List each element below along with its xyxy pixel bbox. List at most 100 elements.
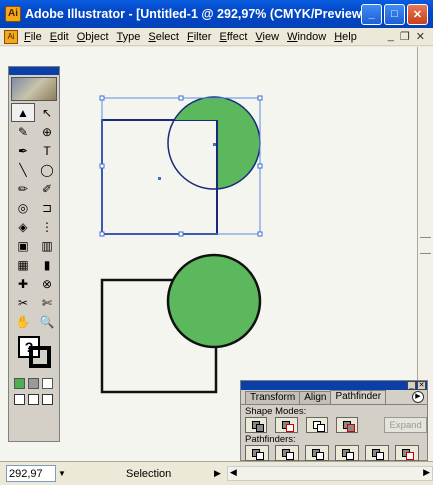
add-to-shape-button[interactable] (245, 417, 268, 433)
menu-items: File Edit Object Type Select Filter Effect View… (24, 31, 365, 43)
toolbox-panel: ▲ ↖ ✎ ⊕ ✒ T ╲ ◯ ✏ ✐ ◎ ⊐ ◈ ⋮ ▣ ▥ ▦ ▮ ✚ ⊗ ✂ ✄ ✋ 🔍 ? (8, 66, 60, 442)
resize-handle[interactable] (178, 95, 184, 101)
tool-icon[interactable]: ◎ (11, 198, 35, 217)
stroke-swatch[interactable] (29, 346, 51, 368)
menu-item[interactable]: View (255, 31, 285, 43)
tool-icon[interactable]: T (35, 141, 59, 160)
resize-handle[interactable] (99, 95, 105, 101)
palette-menu-icon[interactable]: ▶ (412, 391, 424, 403)
crop-button[interactable] (335, 445, 359, 461)
tool-icon[interactable]: ↖ (35, 103, 59, 122)
resize-handle[interactable] (178, 231, 184, 237)
doc-close-button[interactable]: ✕ (416, 30, 425, 43)
menu-item[interactable]: Help (334, 31, 363, 43)
tool-icon[interactable]: ▣ (11, 236, 35, 255)
color-mode-swatches (9, 374, 59, 389)
resize-handle[interactable] (99, 231, 105, 237)
minimize-button[interactable]: _ (361, 3, 382, 25)
tool-icon[interactable]: ⋮ (35, 217, 59, 236)
standard-screen-mode-icon[interactable] (14, 394, 25, 405)
doc-minimize-button[interactable]: _ (388, 30, 394, 43)
tool-icon[interactable]: ✂ (11, 293, 35, 312)
app-icon[interactable]: Ai (5, 6, 21, 22)
merge-button[interactable] (305, 445, 329, 461)
zoom-dropdown-icon[interactable]: ▼ (56, 465, 68, 482)
toolbox-banner-image[interactable] (11, 77, 57, 101)
tool-icon[interactable]: ◈ (11, 217, 35, 236)
tool-icon[interactable]: ✎ (11, 122, 35, 141)
document-icon[interactable]: Ai (4, 29, 18, 44)
menu-item[interactable]: Effect (219, 31, 253, 43)
circle-shape[interactable] (166, 253, 262, 349)
tool-grid: ▲ ↖ ✎ ⊕ ✒ T ╲ ◯ ✏ ✐ ◎ ⊐ ◈ ⋮ ▣ ▥ ▦ ▮ ✚ ⊗ ✂ ✄ ✋ 🔍 (9, 103, 59, 331)
scroll-right-icon[interactable]: ▶ (423, 467, 430, 478)
scroll-marker (420, 237, 431, 238)
palette-close-button[interactable]: ✕ (417, 381, 426, 390)
subtract-from-shape-button[interactable] (275, 417, 298, 433)
status-bar: 292,97 ▼ Selection ▶ ◀ ▶ (0, 461, 433, 485)
resize-handle[interactable] (257, 163, 263, 169)
tool-icon[interactable]: ✏ (11, 179, 35, 198)
outline-button[interactable] (365, 445, 389, 461)
tool-icon[interactable]: ▮ (35, 255, 59, 274)
menu-item[interactable]: Window (287, 31, 332, 43)
minus-back-button[interactable] (395, 445, 419, 461)
menu-item[interactable]: Select (148, 31, 185, 43)
tool-icon[interactable]: 🔍 (35, 312, 59, 331)
scroll-left-icon[interactable]: ◀ (230, 467, 237, 478)
tool-icon[interactable]: ▥ (35, 236, 59, 255)
palette-tabs: Transform Align Pathfinder ▶ (241, 390, 427, 405)
tool-icon[interactable]: ⊗ (35, 274, 59, 293)
doc-restore-button[interactable]: ❐ (400, 30, 410, 43)
full-screen-mode-icon[interactable] (42, 394, 53, 405)
tool-icon[interactable]: ✄ (35, 293, 59, 312)
tool-icon[interactable]: ╲ (11, 160, 35, 179)
menu-item[interactable]: Type (117, 31, 147, 43)
menu-item[interactable]: Object (77, 31, 115, 43)
shape-modes-label: Shape Modes: (245, 406, 307, 417)
tool-icon[interactable]: ◯ (35, 160, 59, 179)
palette-tab[interactable]: Pathfinder (330, 390, 387, 404)
expand-button[interactable]: Expand (384, 417, 427, 433)
palette-minimize-button[interactable]: _ (407, 381, 416, 390)
palette-title-bar[interactable]: _ ✕ (241, 381, 427, 390)
zoom-value: 292,97 (9, 467, 43, 480)
full-screen-menu-mode-icon[interactable] (28, 394, 39, 405)
tool-icon[interactable]: ✐ (35, 179, 59, 198)
exclude-overlap-button[interactable] (335, 417, 359, 433)
screen-modes (9, 389, 59, 405)
tool-icon[interactable]: ▦ (11, 255, 35, 274)
document-window-controls: _ ❐ ✕ (388, 30, 425, 43)
menu-item[interactable]: Filter (187, 31, 217, 43)
color-mode-swatch[interactable] (28, 378, 39, 389)
close-button[interactable]: ✕ (407, 3, 428, 25)
tool-icon[interactable]: ✋ (11, 312, 35, 331)
menu-item[interactable]: Edit (50, 31, 75, 43)
center-point (158, 177, 161, 180)
divide-button[interactable] (245, 445, 269, 461)
horizontal-scrollbar[interactable]: ◀ ▶ (226, 466, 433, 481)
tool-icon[interactable]: ▲ (11, 103, 35, 122)
tool-icon[interactable]: ✒ (11, 141, 35, 160)
toolbox-title-bar[interactable] (9, 67, 59, 75)
resize-handle[interactable] (257, 231, 263, 237)
maximize-button[interactable]: □ (384, 3, 405, 25)
scroll-marker (420, 253, 431, 254)
zoom-field[interactable]: 292,97 (6, 465, 56, 482)
status-menu-icon[interactable]: ▶ (214, 468, 221, 479)
palette-tab[interactable]: Transform (245, 391, 301, 404)
palette-tab[interactable]: Align (299, 391, 332, 404)
fill-stroke-control[interactable]: ? (15, 334, 55, 374)
color-mode-swatch[interactable] (14, 378, 25, 389)
resize-handle[interactable] (257, 95, 263, 101)
pathfinder-palette: _ ✕ Transform Align Pathfinder ▶ Shape Mode… (240, 380, 428, 461)
color-mode-swatch[interactable] (42, 378, 53, 389)
tool-icon[interactable]: ⊕ (35, 122, 59, 141)
trim-button[interactable] (275, 445, 299, 461)
tool-icon[interactable]: ⊐ (35, 198, 59, 217)
resize-handle[interactable] (99, 163, 105, 169)
shape-modes-row: Expand (241, 417, 427, 433)
tool-icon[interactable]: ✚ (11, 274, 35, 293)
intersect-shape-button[interactable] (305, 417, 328, 433)
menu-item[interactable]: File (24, 31, 48, 43)
